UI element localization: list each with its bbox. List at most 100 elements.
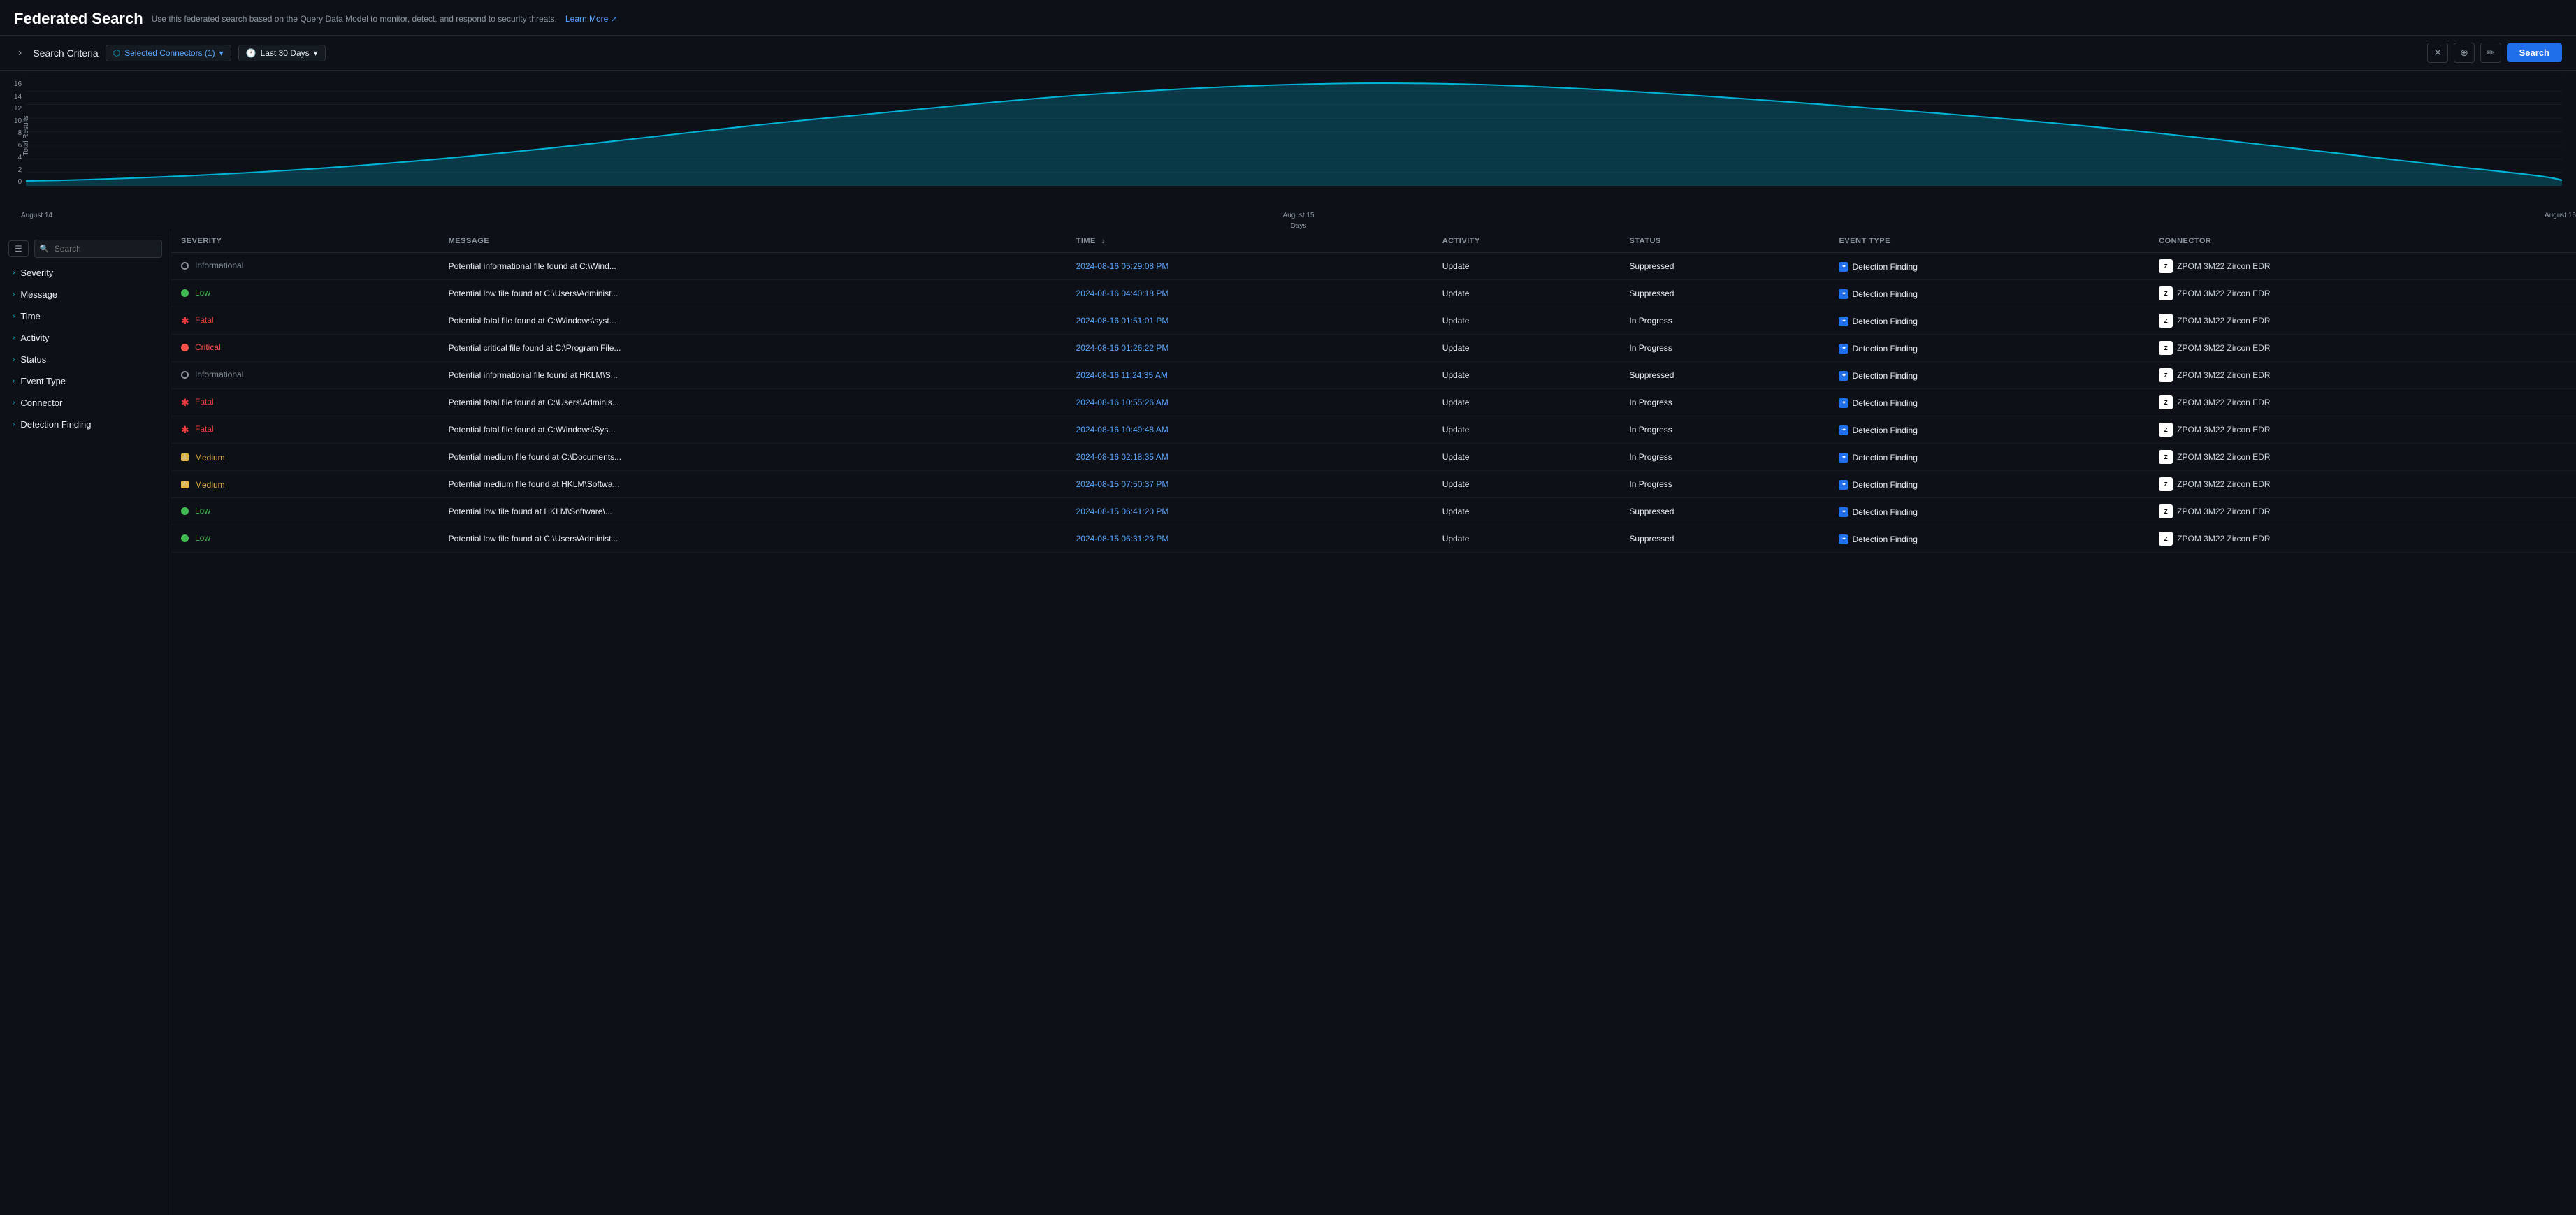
- table-row[interactable]: Low Potential low file found at C:\Users…: [171, 525, 2576, 553]
- y-tick-0: 0: [18, 178, 22, 186]
- cell-severity: ⚠ Medium: [171, 471, 439, 498]
- clock-icon: 🕐: [246, 48, 256, 58]
- chart-x-labels: August 14 August 15 August 16: [21, 212, 2576, 222]
- cell-activity: Update: [1433, 389, 1620, 416]
- y-axis-label: Total Results: [22, 115, 30, 155]
- cell-message: Potential informational file found at HK…: [439, 362, 1066, 389]
- table-row[interactable]: Informational Potential informational fi…: [171, 362, 2576, 389]
- cell-connector: Z ZPOM 3M22 Zircon EDR: [2149, 498, 2576, 525]
- table-row[interactable]: ✱ Fatal Potential fatal file found at C:…: [171, 416, 2576, 444]
- cell-event-type: ✦ Detection Finding: [1829, 280, 2149, 307]
- filter-chevron-icon: ›: [13, 421, 15, 428]
- connector-logo: Z: [2159, 286, 2173, 300]
- cell-event-type: ✦ Detection Finding: [1829, 525, 2149, 553]
- col-severity: SEVERITY: [171, 230, 439, 253]
- filter-item-label: Event Type: [20, 376, 66, 386]
- filter-item-label: Detection Finding: [20, 419, 91, 430]
- connector-logo: Z: [2159, 504, 2173, 518]
- table-row[interactable]: Critical Potential critical file found a…: [171, 335, 2576, 362]
- cell-activity: Update: [1433, 362, 1620, 389]
- main-content: ☰ 🔍 › Severity › Message › Time › Activi…: [0, 230, 2576, 1215]
- cell-time: 2024-08-16 04:40:18 PM: [1066, 280, 1433, 307]
- connector-logo: Z: [2159, 368, 2173, 382]
- cell-activity: Update: [1433, 525, 1620, 553]
- connector-logo: Z: [2159, 341, 2173, 355]
- search-button[interactable]: Search: [2507, 43, 2562, 62]
- edit-button[interactable]: ✏: [2480, 43, 2501, 63]
- x-label-aug16: August 16: [2545, 212, 2576, 219]
- col-status: STATUS: [1619, 230, 1829, 253]
- cell-event-type: ✦ Detection Finding: [1829, 335, 2149, 362]
- cell-message: Potential medium file found at C:\Docume…: [439, 444, 1066, 471]
- connector-logo: Z: [2159, 450, 2173, 464]
- connector-logo: Z: [2159, 259, 2173, 273]
- connector-network-icon: ⬡: [113, 48, 120, 58]
- table-row[interactable]: Low Potential low file found at C:\Users…: [171, 280, 2576, 307]
- connector-logo: Z: [2159, 395, 2173, 409]
- cell-time: 2024-08-16 02:18:35 AM: [1066, 444, 1433, 471]
- cell-connector: Z ZPOM 3M22 Zircon EDR: [2149, 307, 2576, 335]
- col-event-type: EVENT TYPE: [1829, 230, 2149, 253]
- table-area[interactable]: SEVERITY MESSAGE TIME ↓ ACTIVITY STATUS …: [171, 230, 2576, 1215]
- filter-item-connector[interactable]: › Connector: [0, 392, 171, 414]
- filter-item-status[interactable]: › Status: [0, 349, 171, 370]
- chart-area: 16 14 12 10 8 6 4 2 0 Total Results: [0, 71, 2576, 210]
- filter-item-severity[interactable]: › Severity: [0, 262, 171, 284]
- filter-item-message[interactable]: › Message: [0, 284, 171, 305]
- cell-connector: Z ZPOM 3M22 Zircon EDR: [2149, 471, 2576, 498]
- table-row[interactable]: Informational Potential informational fi…: [171, 253, 2576, 280]
- criteria-expand-button[interactable]: ›: [14, 45, 26, 61]
- cell-connector: Z ZPOM 3M22 Zircon EDR: [2149, 253, 2576, 280]
- shield-icon: ✦: [1839, 289, 1848, 299]
- cell-connector: Z ZPOM 3M22 Zircon EDR: [2149, 389, 2576, 416]
- connector-chip[interactable]: ⬡ Selected Connectors (1) ▾: [106, 45, 231, 61]
- filter-item-label: Severity: [20, 268, 53, 278]
- cell-time: 2024-08-15 07:50:37 PM: [1066, 471, 1433, 498]
- y-tick-14: 14: [14, 93, 22, 101]
- table-row[interactable]: ⚠ Medium Potential medium file found at …: [171, 471, 2576, 498]
- search-filter-wrapper: 🔍: [34, 240, 162, 258]
- learn-more-link[interactable]: Learn More ↗: [565, 14, 617, 24]
- col-time[interactable]: TIME ↓: [1066, 230, 1433, 253]
- table-row[interactable]: ✱ Fatal Potential fatal file found at C:…: [171, 307, 2576, 335]
- cell-severity: ✱ Fatal: [171, 389, 439, 416]
- cell-status: In Progress: [1619, 335, 1829, 362]
- clear-button[interactable]: ✕: [2427, 43, 2448, 63]
- cell-status: In Progress: [1619, 307, 1829, 335]
- y-tick-4: 4: [18, 154, 22, 161]
- cell-severity: Informational: [171, 362, 439, 389]
- table-row[interactable]: ✱ Fatal Potential fatal file found at C:…: [171, 389, 2576, 416]
- shield-icon: ✦: [1839, 453, 1848, 463]
- cell-status: Suppressed: [1619, 280, 1829, 307]
- table-row[interactable]: Low Potential low file found at HKLM\Sof…: [171, 498, 2576, 525]
- y-tick-8: 8: [18, 129, 22, 137]
- table-row[interactable]: ⚠ Medium Potential medium file found at …: [171, 444, 2576, 471]
- filter-item-activity[interactable]: › Activity: [0, 327, 171, 349]
- filter-chevron-icon: ›: [13, 291, 15, 298]
- cell-status: In Progress: [1619, 416, 1829, 444]
- cell-message: Potential fatal file found at C:\Windows…: [439, 416, 1066, 444]
- cell-status: Suppressed: [1619, 498, 1829, 525]
- criteria-label: Search Criteria: [33, 48, 98, 59]
- shield-icon: ✦: [1839, 344, 1848, 354]
- zoom-button[interactable]: ⊕: [2454, 43, 2475, 63]
- table-body: Informational Potential informational fi…: [171, 253, 2576, 553]
- filter-item-time[interactable]: › Time: [0, 305, 171, 327]
- sort-icon: ↓: [1101, 238, 1105, 245]
- cell-time: 2024-08-16 01:26:22 PM: [1066, 335, 1433, 362]
- x-label-aug15: August 15: [1282, 212, 1314, 219]
- cell-time: 2024-08-16 11:24:35 AM: [1066, 362, 1433, 389]
- filter-chevron-icon: ›: [13, 269, 15, 277]
- cell-connector: Z ZPOM 3M22 Zircon EDR: [2149, 416, 2576, 444]
- filter-item-event-type[interactable]: › Event Type: [0, 370, 171, 392]
- page-header: Federated Search Use this federated sear…: [0, 0, 2576, 36]
- filter-search-input[interactable]: [34, 240, 162, 258]
- cell-event-type: ✦ Detection Finding: [1829, 471, 2149, 498]
- filter-toggle-button[interactable]: ☰: [8, 240, 29, 257]
- filter-items-container: › Severity › Message › Time › Activity ›…: [0, 262, 171, 435]
- filter-item-detection-finding[interactable]: › Detection Finding: [0, 414, 171, 435]
- time-chevron-icon: ▾: [314, 48, 318, 58]
- filter-chevron-icon: ›: [13, 334, 15, 342]
- time-chip[interactable]: 🕐 Last 30 Days ▾: [238, 45, 326, 61]
- cell-message: Potential medium file found at HKLM\Soft…: [439, 471, 1066, 498]
